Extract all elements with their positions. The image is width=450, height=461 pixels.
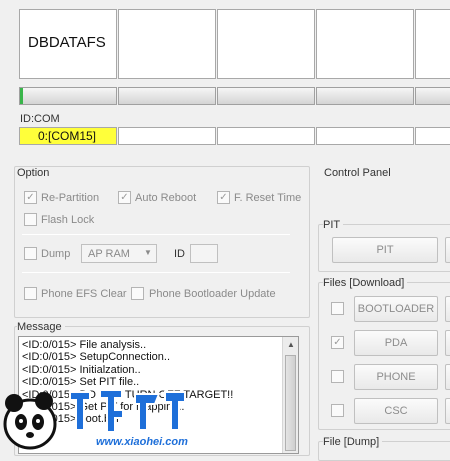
pit-button[interactable]: PIT: [332, 237, 438, 263]
pit-title: PIT: [323, 219, 344, 231]
scrollbar-thumb[interactable]: [285, 355, 296, 451]
idcom-slot-4: [316, 127, 414, 145]
repartition-label: Re-Partition: [41, 192, 100, 204]
message-scrollbar[interactable]: ▲: [282, 337, 298, 453]
pda-checkbox[interactable]: ✓: [331, 336, 344, 349]
watermark-url: www.xiaohei.com: [96, 436, 188, 448]
auto-reboot-checkbox[interactable]: ✓: [118, 191, 131, 204]
csc-button[interactable]: CSC: [354, 398, 438, 424]
control-panel-title: Control Panel: [324, 167, 391, 179]
f-reset-time-checkbox[interactable]: ✓: [217, 191, 230, 204]
progress-bar-1-fill: [20, 88, 23, 104]
id-input[interactable]: [190, 244, 218, 263]
progress-bar-3: [217, 87, 315, 105]
pda-button[interactable]: PDA: [354, 330, 438, 356]
message-line: <ID:0/015> Initialzation..: [22, 363, 141, 376]
phone-checkbox[interactable]: [331, 370, 344, 383]
progress-bar-5: [415, 87, 450, 105]
port-header-slot-5: [415, 9, 450, 79]
dump-label: Dump: [41, 248, 71, 260]
dump-checkbox[interactable]: [24, 247, 37, 260]
port-header-slot-4: [316, 9, 414, 79]
phone-button[interactable]: PHONE: [354, 364, 438, 390]
pda-file-input[interactable]: [445, 330, 450, 356]
port-header-slot-1: DBDATAFS: [19, 9, 117, 79]
scroll-up-arrow-icon[interactable]: ▲: [287, 340, 295, 349]
message-title: Message: [17, 321, 65, 333]
repartition-checkbox[interactable]: ✓: [24, 191, 37, 204]
bootloader-button[interactable]: BOOTLOADER: [354, 296, 438, 322]
files-dump-title: File [Dump]: [323, 436, 383, 448]
phone-bootloader-update-checkbox[interactable]: [131, 287, 144, 300]
dump-select[interactable]: AP RAM ▼: [81, 244, 157, 263]
f-reset-time-label: F. Reset Time: [234, 192, 302, 204]
files-download-title: Files [Download]: [323, 277, 408, 289]
progress-bar-2: [118, 87, 216, 105]
id-label: ID: [174, 248, 185, 260]
phone-efs-clear-label: Phone EFS Clear: [41, 288, 127, 300]
idcom-label: ID:COM: [20, 113, 60, 125]
csc-file-input[interactable]: [445, 398, 450, 424]
option-title: Option: [17, 167, 53, 179]
pit-file-input[interactable]: [445, 237, 450, 263]
auto-reboot-label: Auto Reboot: [135, 192, 197, 204]
option-divider-1: [22, 234, 290, 235]
port-header-slot-3: [217, 9, 315, 79]
idcom-slot-1-value: 0:[COM15]: [38, 129, 97, 143]
bootloader-file-input[interactable]: [445, 296, 450, 322]
bootloader-checkbox[interactable]: [331, 302, 344, 315]
progress-bar-4: [316, 87, 414, 105]
flash-lock-checkbox[interactable]: [24, 213, 37, 226]
message-line: <ID:0/015> SetupConnection..: [22, 351, 170, 364]
flash-lock-label: Flash Lock: [41, 214, 95, 226]
watermark-logo: www.xiaohei.com: [0, 380, 200, 452]
option-divider-2: [22, 272, 290, 273]
progress-bar-1: [19, 87, 117, 105]
dump-select-value: AP RAM: [88, 248, 130, 260]
chevron-down-icon: ▼: [144, 248, 152, 257]
message-line: <ID:0/015> File analysis..: [22, 339, 147, 351]
phone-file-input[interactable]: [445, 364, 450, 390]
port-header-slot-1-label: DBDATAFS: [28, 34, 106, 51]
phone-efs-clear-checkbox[interactable]: [24, 287, 37, 300]
idcom-slot-3: [217, 127, 315, 145]
idcom-slot-5: [415, 127, 450, 145]
idcom-slot-1: 0:[COM15]: [19, 127, 117, 145]
phone-bootloader-update-label: Phone Bootloader Update: [149, 288, 276, 300]
csc-checkbox[interactable]: [331, 404, 344, 417]
port-header-slot-2: [118, 9, 216, 79]
idcom-slot-2: [118, 127, 216, 145]
